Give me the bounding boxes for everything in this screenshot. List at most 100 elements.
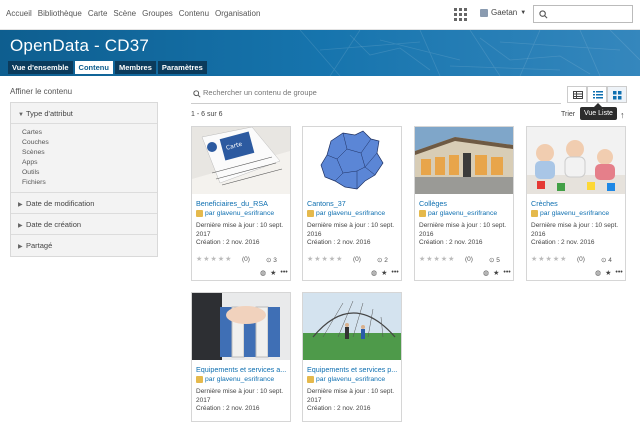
nav-map[interactable]: Carte: [88, 9, 108, 18]
list-view-button[interactable]: [587, 86, 607, 103]
globe-icon[interactable]: ◍: [595, 269, 601, 277]
more-options-icon[interactable]: •••: [280, 269, 287, 277]
card-title[interactable]: Cantons_37: [307, 199, 399, 208]
content-card[interactable]: Equipements et services a... par glavenu…: [191, 292, 291, 422]
card-owner[interactable]: par glavenu_esrifrance: [531, 210, 609, 217]
owner-link[interactable]: par glavenu_esrifrance: [205, 376, 274, 383]
favorite-star-icon[interactable]: ★: [270, 269, 276, 277]
avatar: [480, 8, 488, 17]
tab-members[interactable]: Membres: [114, 61, 156, 74]
sidebar-heading: Affiner le contenu: [10, 87, 73, 96]
card-owner[interactable]: par glavenu_esrifrance: [307, 210, 385, 217]
nav-scene[interactable]: Scène: [113, 9, 136, 18]
globe-icon[interactable]: ◍: [483, 269, 489, 277]
star-rating: ★★★★★: [419, 256, 456, 263]
group-title: OpenData - CD37: [10, 36, 150, 55]
created-date: Création : 2 nov. 2016: [196, 405, 260, 412]
card-title[interactable]: Equipements et services a...: [196, 365, 288, 374]
globe-icon[interactable]: ◍: [260, 269, 266, 277]
owner-link[interactable]: par glavenu_esrifrance: [316, 376, 385, 383]
share-icon[interactable]: ◍: [371, 269, 377, 277]
chevron-down-icon: ▼: [520, 9, 527, 16]
type-files[interactable]: Fichiers: [22, 178, 157, 188]
app-launcher-icon[interactable]: [454, 8, 467, 21]
view-count: ⊙ 2: [377, 257, 388, 264]
type-tools[interactable]: Outils: [22, 168, 157, 178]
filter-item-type[interactable]: ▼ Type d'attribut: [11, 103, 157, 124]
created-date: Création : 2 nov. 2016: [531, 239, 595, 246]
layer-icon: [531, 210, 538, 217]
nav-organization[interactable]: Organisation: [215, 9, 260, 18]
card-title[interactable]: Crèches: [531, 199, 623, 208]
favorite-star-icon[interactable]: ★: [493, 269, 499, 277]
card-owner[interactable]: par glavenu_esrifrance: [196, 376, 274, 383]
sort-label[interactable]: Trier: [561, 111, 575, 118]
card-owner[interactable]: par glavenu_esrifrance: [307, 376, 385, 383]
created-date: Création : 2 nov. 2016: [307, 239, 371, 246]
owner-link[interactable]: par glavenu_esrifrance: [316, 210, 385, 217]
view-toggle: [567, 86, 627, 103]
card-owner[interactable]: par glavenu_esrifrance: [196, 210, 274, 217]
view-number: 4: [608, 257, 612, 264]
owner-link[interactable]: par glavenu_esrifrance: [540, 210, 609, 217]
content-card[interactable]: Crèches par glavenu_esrifrance Dernière …: [526, 126, 626, 281]
table-icon: [573, 91, 583, 99]
view-count: ⊙ 3: [266, 257, 277, 264]
card-thumbnail: [303, 293, 401, 360]
filter-item-shared[interactable]: ▶ Partagé: [11, 235, 157, 256]
card-actions: ◍ ★ •••: [483, 269, 511, 277]
modified-date: Dernière mise à jour : 10 sept. 2017: [196, 388, 284, 404]
star-rating: ★★★★★: [307, 256, 344, 263]
card-actions: ◍ ★ •••: [595, 269, 623, 277]
star-rating: ★★★★★: [531, 256, 568, 263]
owner-link[interactable]: par glavenu_esrifrance: [205, 210, 274, 217]
more-options-icon[interactable]: •••: [391, 269, 398, 277]
tab-overview[interactable]: Vue d'ensemble: [8, 61, 73, 74]
content-card[interactable]: Collèges par glavenu_esrifrance Dernière…: [414, 126, 514, 281]
card-title[interactable]: Collèges: [419, 199, 511, 208]
favorite-star-icon[interactable]: ★: [381, 269, 387, 277]
nav-groups[interactable]: Groupes: [142, 9, 173, 18]
list-icon: [593, 91, 603, 99]
type-maps[interactable]: Cartes: [22, 128, 157, 138]
content-card[interactable]: Equipements et services p... par glavenu…: [302, 292, 402, 422]
nav-content[interactable]: Contenu: [179, 9, 209, 18]
nav-library[interactable]: Bibliothèque: [38, 9, 82, 18]
type-list: Cartes Couches Scènes Apps Outils Fichie…: [11, 124, 157, 193]
content-card[interactable]: Carte Beneficiaires_du_RSA par glavenu_e…: [191, 126, 291, 281]
card-owner[interactable]: par glavenu_esrifrance: [419, 210, 497, 217]
user-name: Gaetan: [491, 8, 518, 17]
user-menu[interactable]: Gaetan ▼: [480, 8, 526, 17]
type-layers[interactable]: Couches: [22, 138, 157, 148]
type-scenes[interactable]: Scènes: [22, 148, 157, 158]
card-title[interactable]: Beneficiaires_du_RSA: [196, 199, 288, 208]
card-title[interactable]: Equipements et services p...: [307, 365, 399, 374]
content-search: [191, 86, 561, 104]
rating-count: (0): [353, 256, 361, 263]
filter-label: Partagé: [26, 241, 53, 250]
modified-date: Dernière mise à jour : 10 sept. 2016: [419, 222, 507, 238]
card-thumbnail: [415, 127, 513, 194]
favorite-star-icon[interactable]: ★: [605, 269, 611, 277]
content-card[interactable]: Cantons_37 par glavenu_esrifrance Derniè…: [302, 126, 402, 281]
owner-link[interactable]: par glavenu_esrifrance: [428, 210, 497, 217]
global-search-input[interactable]: [533, 5, 633, 23]
filter-item-created[interactable]: ▶ Date de création: [11, 214, 157, 235]
tab-content[interactable]: Contenu: [74, 61, 113, 74]
table-view-button[interactable]: [567, 86, 587, 103]
more-options-icon[interactable]: •••: [503, 269, 510, 277]
content-search-input[interactable]: [203, 88, 543, 97]
type-apps[interactable]: Apps: [22, 158, 157, 168]
card-meta: Dernière mise à jour : 10 sept. 2016 Créa…: [531, 222, 625, 248]
sort-direction-icon[interactable]: ↑: [620, 110, 625, 120]
grid-icon: [613, 91, 622, 100]
more-options-icon[interactable]: •••: [615, 269, 622, 277]
tab-settings[interactable]: Paramètres: [157, 61, 207, 74]
filter-label: Date de création: [26, 220, 82, 229]
group-banner: OpenData - CD37 Vue d'ensemble Contenu M…: [0, 30, 640, 76]
layer-icon: [307, 210, 314, 217]
nav-home[interactable]: Accueil: [6, 9, 32, 18]
grid-view-button[interactable]: [607, 86, 627, 103]
modified-date: Dernière mise à jour : 10 sept. 2016: [531, 222, 619, 238]
filter-item-modified[interactable]: ▶ Date de modification: [11, 193, 157, 214]
